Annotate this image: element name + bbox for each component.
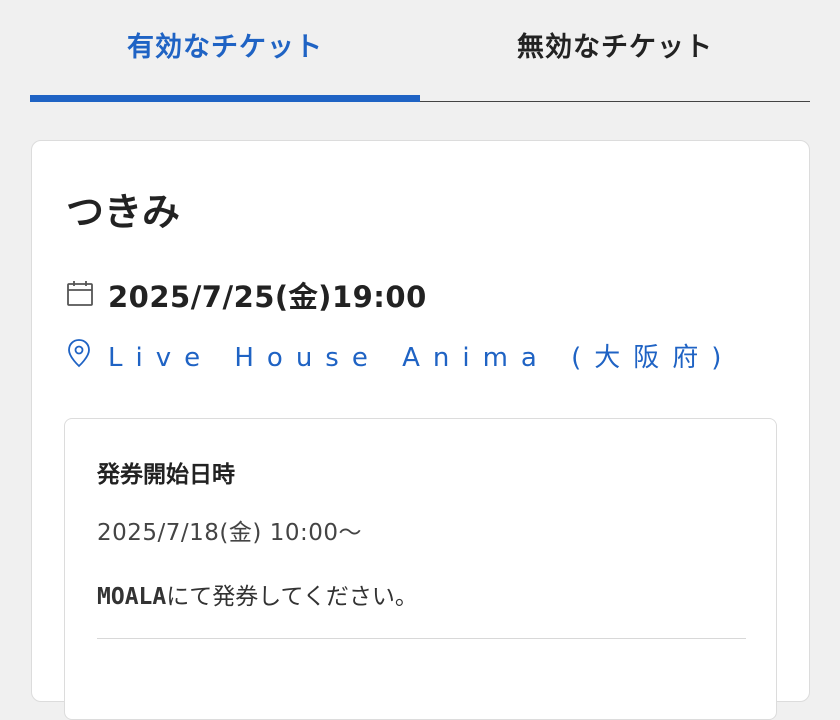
issue-start-datetime: 2025/7/18(金) 10:00〜 <box>97 520 362 546</box>
tab-divider-line <box>420 101 810 102</box>
calendar-icon <box>66 279 108 311</box>
issue-note: MOALAにて発券してください。 <box>97 577 418 611</box>
tab-invalid-tickets[interactable]: 無効なチケット <box>420 0 810 103</box>
artist-name: つきみ <box>66 190 181 234</box>
venue-link[interactable]: Live House Anima (大阪府) <box>66 335 734 375</box>
tab-valid-tickets[interactable]: 有効なチケット <box>30 0 420 103</box>
issue-instruction: にて発券してください。 <box>166 584 418 610</box>
active-tab-indicator <box>30 95 420 102</box>
ticket-card[interactable]: つきみ 2025/7/25(金)19:00 Live House Anima (… <box>31 140 810 720</box>
event-datetime: 2025/7/25(金)19:00 <box>108 280 427 314</box>
divider <box>97 638 746 639</box>
issue-start-heading: 発券開始日時 <box>97 462 235 488</box>
issue-info-box: 発券開始日時 2025/7/18(金) 10:00〜 MOALAにて発券してくだ… <box>64 418 777 720</box>
venue-name: Live House Anima (大阪府) <box>108 342 735 373</box>
ticket-tabs: 有効なチケット 無効なチケット <box>30 0 810 103</box>
event-datetime-row: 2025/7/25(金)19:00 <box>66 275 427 315</box>
map-pin-icon <box>66 338 108 372</box>
issue-brand: MOALA <box>97 584 167 610</box>
